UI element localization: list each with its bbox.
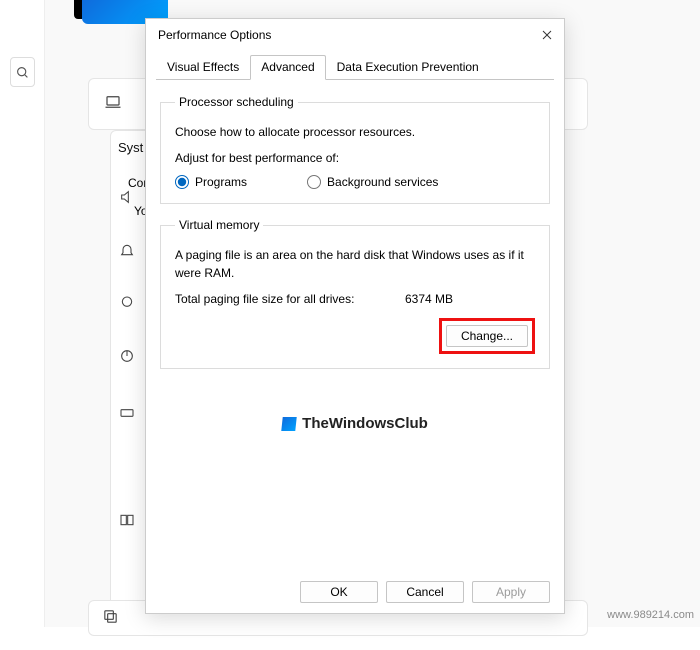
- change-highlight: Change...: [439, 318, 535, 354]
- vm-total-value: 6374 MB: [405, 292, 453, 306]
- radio-bgservices[interactable]: Background services: [307, 175, 438, 189]
- underlay-syst-label: Syst: [118, 140, 143, 155]
- watermark-logo-icon: [281, 417, 296, 431]
- watermark: TheWindowsClub: [146, 415, 564, 432]
- processor-scheduling-group: Processor scheduling Choose how to alloc…: [160, 95, 550, 204]
- dialog-footer: OK Cancel Apply: [300, 581, 550, 603]
- tab-visual-effects[interactable]: Visual Effects: [156, 55, 250, 80]
- tab-advanced[interactable]: Advanced: [250, 55, 325, 80]
- titlebar: Performance Options: [146, 19, 564, 51]
- ok-button[interactable]: OK: [300, 581, 378, 603]
- performance-options-dialog: Performance Options Visual Effects Advan…: [145, 18, 565, 614]
- vm-desc: A paging file is an area on the hard dis…: [175, 246, 535, 282]
- radio-programs[interactable]: Programs: [175, 175, 247, 189]
- virtual-memory-group: Virtual memory A paging file is an area …: [160, 218, 550, 369]
- tab-strip: Visual Effects Advanced Data Execution P…: [146, 51, 564, 80]
- search-icon: [10, 57, 35, 87]
- laptop-icon: [104, 93, 122, 116]
- processor-legend: Processor scheduling: [175, 95, 298, 109]
- dialog-title: Performance Options: [158, 28, 271, 42]
- vm-total-label: Total paging file size for all drives:: [175, 292, 405, 306]
- bg-left-rail: [0, 0, 45, 627]
- close-button[interactable]: [540, 28, 554, 42]
- adjust-label: Adjust for best performance of:: [175, 151, 535, 165]
- cancel-button[interactable]: Cancel: [386, 581, 464, 603]
- site-watermark: www.989214.com: [607, 609, 694, 621]
- apply-button[interactable]: Apply: [472, 581, 550, 603]
- vm-legend: Virtual memory: [175, 218, 263, 232]
- radio-programs-label: Programs: [195, 175, 247, 189]
- change-button[interactable]: Change...: [446, 325, 528, 347]
- tab-underline: [156, 79, 554, 80]
- processor-desc: Choose how to allocate processor resourc…: [175, 123, 535, 141]
- tab-dep[interactable]: Data Execution Prevention: [326, 55, 490, 80]
- watermark-text: TheWindowsClub: [302, 415, 428, 432]
- radio-programs-input[interactable]: [175, 175, 189, 189]
- radio-bgservices-label: Background services: [327, 175, 438, 189]
- radio-bgservices-input[interactable]: [307, 175, 321, 189]
